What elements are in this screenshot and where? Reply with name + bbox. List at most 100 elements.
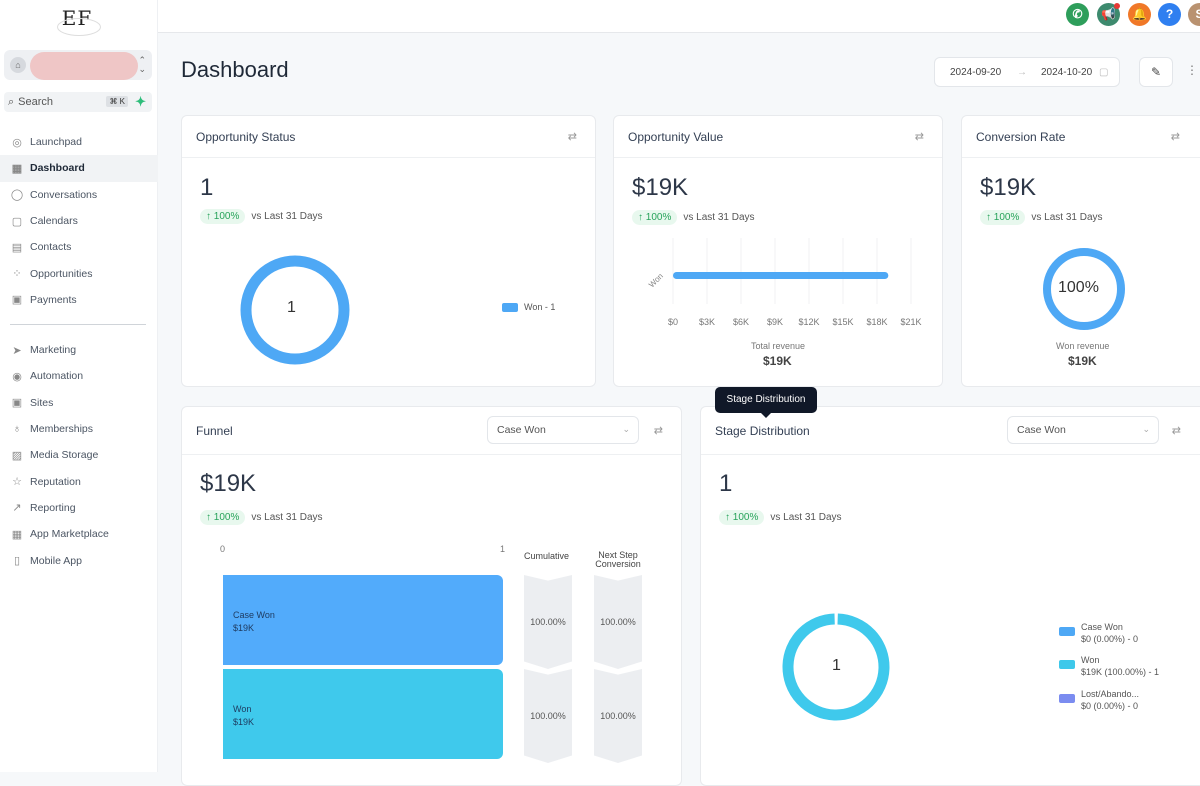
sidebar-item-mobile-app[interactable]: ▯ Mobile App	[0, 547, 158, 573]
send-icon: ➤	[12, 344, 22, 357]
legend-label: Won - 1	[524, 302, 556, 312]
sidebar-item-memberships[interactable]: ♁ Memberships	[0, 416, 158, 442]
x-tick-label: $15K	[832, 317, 853, 327]
metric-value: 1	[200, 174, 214, 201]
nav-main: ◎ Launchpad ▦ Dashboard ◯ Conversations ▢ Ca…	[0, 129, 158, 313]
rocket-icon: ◎	[12, 136, 22, 149]
chevron-updown-icon: ⌃ ⌄	[138, 55, 146, 74]
sidebar-item-conversations[interactable]: ◯ Conversations	[0, 182, 158, 208]
nav-secondary: ➤ Marketing ◉ Automation ▣ Sites ♁ Membershi…	[0, 337, 158, 574]
card-stage-distribution: Stage Distribution ⇄ Case Won ⌄ 1 ↑ 100% vs…	[700, 406, 1200, 786]
x-tick-label: $21K	[900, 317, 921, 327]
metric-value: $19K	[632, 174, 689, 201]
won-revenue-value: $19K	[1068, 354, 1097, 368]
delta-row: ↑ 100% vs Last 31 Days	[200, 209, 323, 224]
avatar[interactable]: S	[1188, 3, 1200, 26]
sidebar-item-payments[interactable]: ▣ Payments	[0, 287, 158, 313]
x-tick-label: $3K	[699, 317, 715, 327]
calendar-icon: ▢	[11, 215, 23, 228]
legend-swatch	[1059, 660, 1075, 669]
image-icon: ▨	[11, 449, 23, 462]
filter-icon[interactable]: ⇄	[1172, 424, 1181, 437]
donut-center-label: 1	[287, 299, 296, 316]
funnel-bar-case-won[interactable]: Case Won $19K	[223, 575, 503, 665]
page-title: Dashboard	[181, 57, 289, 82]
metric-value: $19K	[980, 174, 1037, 201]
legend-item-lost[interactable]: Lost/Abando... $0 (0.00%) - 0	[1059, 688, 1139, 712]
delta-badge: ↑ 100%	[719, 510, 765, 525]
compare-label: vs Last 31 Days	[770, 512, 842, 523]
legend-item-won[interactable]: Won $19K (100.00%) - 1	[1059, 654, 1159, 678]
filter-icon[interactable]: ⇄	[654, 424, 663, 437]
funnel-stage-select[interactable]: Case Won ⌄	[487, 416, 639, 444]
chevron-down-icon: ⌄	[622, 424, 630, 434]
funnel-bar-won[interactable]: Won $19K	[223, 669, 503, 759]
next-step-cell: 100.00%	[594, 575, 642, 669]
x-tick-label: $12K	[798, 317, 819, 327]
sidebar-item-calendars[interactable]: ▢ Calendars	[0, 208, 158, 234]
card-title: Funnel	[196, 423, 233, 438]
date-from: 2024-09-20	[950, 66, 1002, 78]
search-button[interactable]: ⌕ Search ⌘ K ✦	[4, 92, 152, 112]
edit-dashboard-button[interactable]: ✎	[1139, 57, 1173, 87]
total-revenue-label: Total revenue	[751, 341, 806, 351]
sidebar-item-reporting[interactable]: ↗ Reporting	[0, 495, 158, 521]
quick-add-icon[interactable]: ✦	[135, 94, 146, 110]
legend-item-case-won[interactable]: Case Won $0 (0.00%) - 0	[1059, 621, 1138, 645]
legend-item[interactable]: Won - 1	[502, 301, 555, 313]
chat-icon: ◯	[10, 189, 24, 202]
contacts-icon: ▤	[11, 241, 23, 254]
sidebar-item-marketing[interactable]: ➤ Marketing	[0, 337, 158, 363]
stage-distribution-tooltip: Stage Distribution	[715, 387, 817, 418]
next-step-cell: 100.00%	[594, 669, 642, 763]
sidebar-item-dashboard[interactable]: ▦ Dashboard	[0, 155, 158, 182]
sidebar-item-sites[interactable]: ▣ Sites	[0, 390, 158, 416]
sidebar-item-contacts[interactable]: ▤ Contacts	[0, 234, 158, 260]
more-options-icon[interactable]: ⋮	[1186, 63, 1198, 77]
card-conversion-rate: Conversion Rate ⇄ $19K ↑ 100% vs Last 31 D…	[961, 115, 1200, 387]
filter-icon[interactable]: ⇄	[568, 130, 577, 143]
bell-icon[interactable]: 🔔	[1128, 3, 1151, 26]
search-icon: ⌕	[8, 95, 15, 108]
delta-row: ↑ 100% vs Last 31 Days	[200, 510, 323, 525]
date-range-picker[interactable]: 2024-09-20 → 2024-10-20 ▢	[934, 57, 1120, 87]
account-icon: ⌂	[10, 57, 26, 73]
delta-badge: ↑ 100%	[200, 510, 246, 525]
y-category-label: Won	[647, 272, 665, 290]
stage-select[interactable]: Case Won ⌄	[1007, 416, 1159, 444]
sidebar-item-reputation[interactable]: ☆ Reputation	[0, 468, 158, 494]
logo[interactable]: EF	[52, 6, 102, 38]
card-opportunity-value: Opportunity Value ⇄ $19K ↑ 100% vs Last 31…	[613, 115, 943, 387]
pipeline-icon: ⁘	[12, 268, 22, 281]
metric-value: 1	[719, 470, 733, 497]
sidebar-item-opportunities[interactable]: ⁘ Opportunities	[0, 260, 158, 286]
card-title: Opportunity Status	[196, 129, 296, 144]
sidebar-item-media-storage[interactable]: ▨ Media Storage	[0, 442, 158, 468]
account-switcher[interactable]: ⌂ ⌃ ⌄	[4, 50, 152, 80]
sidebar-item-automation[interactable]: ◉ Automation	[0, 363, 158, 389]
megaphone-icon[interactable]: 📢	[1097, 3, 1120, 26]
account-name	[30, 52, 138, 80]
delta-badge: ↑ 100%	[980, 210, 1026, 225]
sidebar-item-app-marketplace[interactable]: ▦ App Marketplace	[0, 521, 158, 547]
sidebar-item-launchpad[interactable]: ◎ Launchpad	[0, 129, 158, 155]
phone-call-icon[interactable]: ✆	[1066, 3, 1089, 26]
delta-badge: ↑ 100%	[632, 210, 678, 225]
card-title: Opportunity Value	[628, 129, 724, 144]
help-icon[interactable]: ?	[1158, 3, 1181, 26]
delta-row: ↑ 100% vs Last 31 Days	[980, 210, 1103, 225]
award-icon: ♁	[12, 423, 22, 436]
date-to: 2024-10-20	[1041, 66, 1093, 78]
compare-label: vs Last 31 Days	[1031, 212, 1103, 223]
card-opportunity-status: Opportunity Status ⇄ 1 ↑ 100% vs Last 31 D…	[181, 115, 596, 387]
phone-icon: ▯	[13, 555, 21, 568]
trend-icon: ↗	[12, 502, 22, 515]
topbar: ✆ 📢 🔔 ? S	[158, 0, 1200, 33]
legend-swatch	[502, 303, 518, 312]
sidebar: EF ⌂ ⌃ ⌄ ⌕ Search ⌘ K ✦ ◎ Launchpad ▦ Dashb…	[0, 0, 158, 772]
chevron-down-icon: ⌄	[1142, 424, 1150, 434]
cumulative-cell: 100.00%	[524, 669, 572, 763]
filter-icon[interactable]: ⇄	[1171, 130, 1180, 143]
automation-icon: ◉	[12, 370, 22, 383]
filter-icon[interactable]: ⇄	[915, 130, 924, 143]
